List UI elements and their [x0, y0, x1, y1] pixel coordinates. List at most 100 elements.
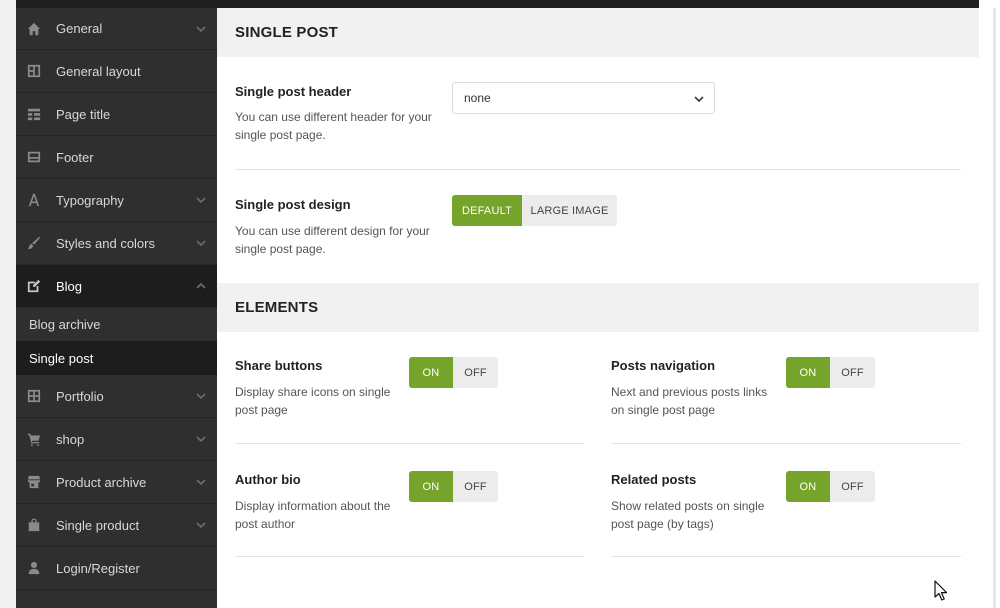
option-description-line: on single post page: [611, 403, 716, 417]
author-bio-on-button[interactable]: ON: [409, 471, 453, 502]
posts-navigation-off-button[interactable]: OFF: [830, 357, 875, 388]
sidebar-item-typography[interactable]: Typography: [16, 179, 217, 222]
cart-icon: [27, 432, 53, 446]
sidebar-item-blog[interactable]: Blog: [16, 265, 217, 308]
option-title: Posts navigation: [611, 358, 716, 373]
sidebar-item-label: Single product: [56, 517, 140, 533]
sidebar-item-label: Typography: [56, 192, 124, 208]
sidebar-item-general-layout[interactable]: General layout: [16, 50, 217, 93]
settings-sidebar: General General layout Page title Footer…: [16, 8, 217, 608]
settings-main: SINGLE POST Single post header You can u…: [217, 8, 979, 608]
brush-icon: [27, 236, 53, 250]
typography-icon: [27, 193, 53, 207]
option-title: Author bio: [235, 472, 301, 487]
author-bio-off-button[interactable]: OFF: [453, 471, 498, 502]
chevron-down-icon: [195, 237, 207, 249]
option-description: Display share icons on single post page: [235, 383, 390, 419]
chevron-down-icon: [195, 519, 207, 531]
related-posts-off-button[interactable]: OFF: [830, 471, 875, 502]
sidebar-item-label: General layout: [56, 63, 141, 79]
sidebar-item-label: shop: [56, 431, 85, 447]
sidebar-item-label: Styles and colors: [56, 235, 155, 251]
page-scrollbar[interactable]: [979, 0, 1000, 608]
chevron-down-icon: [195, 390, 207, 402]
design-large-image-button[interactable]: LARGE IMAGE: [522, 195, 617, 226]
sidebar-item-single-product[interactable]: Single product: [16, 504, 217, 547]
chevron-down-icon: [195, 23, 207, 35]
share-buttons-off-button[interactable]: OFF: [453, 357, 498, 388]
author-bio-toggle: ON OFF: [409, 471, 498, 502]
sidebar-item-shop[interactable]: shop: [16, 418, 217, 461]
option-description-line: single post page.: [235, 128, 326, 142]
option-description-line: post page: [235, 403, 288, 417]
sidebar-item-product-archive[interactable]: Product archive: [16, 461, 217, 504]
footer-icon: [27, 150, 53, 164]
sidebar-item-page-title[interactable]: Page title: [16, 93, 217, 136]
section-heading-single-post: SINGLE POST: [217, 8, 979, 57]
design-default-button[interactable]: DEFAULT: [452, 195, 522, 226]
sidebar-item-label: Login/Register: [56, 560, 140, 576]
divider: [611, 556, 961, 557]
sidebar-item-label: Footer: [56, 149, 94, 165]
section-heading-elements: ELEMENTS: [217, 283, 979, 332]
scrollbar-track[interactable]: [993, 8, 996, 608]
edit-icon: [27, 279, 53, 293]
grid-icon: [27, 389, 53, 403]
chevron-down-icon: [693, 93, 705, 105]
related-posts-on-button[interactable]: ON: [786, 471, 830, 502]
option-description: Show related posts on single post page (…: [611, 497, 764, 533]
option-description-line: Show related posts on single: [611, 499, 765, 513]
share-buttons-on-button[interactable]: ON: [409, 357, 453, 388]
option-description: Next and previous posts links on single …: [611, 383, 767, 419]
user-icon: [27, 561, 53, 575]
chevron-down-icon: [195, 433, 207, 445]
top-bar: [16, 0, 979, 8]
select-value: none: [464, 91, 491, 105]
sidebar-subitem-blog-archive[interactable]: Blog archive: [16, 308, 217, 341]
posts-navigation-on-button[interactable]: ON: [786, 357, 830, 388]
divider: [235, 443, 584, 444]
sidebar-item-label: Blog: [56, 278, 83, 294]
sidebar-item-styles-and-colors[interactable]: Styles and colors: [16, 222, 217, 265]
divider: [611, 443, 961, 444]
option-description: You can use different design for your si…: [235, 222, 430, 258]
posts-navigation-toggle: ON OFF: [786, 357, 875, 388]
mouse-cursor-icon: [934, 580, 950, 602]
option-title: Single post design: [235, 197, 351, 212]
store-icon: [27, 475, 53, 489]
sidebar-item-label: Page title: [56, 106, 111, 122]
option-title: Single post header: [235, 84, 352, 99]
option-description-line: Display information about the: [235, 499, 391, 513]
sidebar-item-label: General: [56, 21, 103, 36]
option-description-line: Next and previous posts links: [611, 385, 768, 399]
option-description-line: single post page.: [235, 242, 326, 256]
option-description: Display information about the post autho…: [235, 497, 390, 533]
related-posts-toggle: ON OFF: [786, 471, 875, 502]
left-gutter: [0, 0, 16, 608]
option-title: Share buttons: [235, 358, 323, 373]
page-title-icon: [27, 107, 53, 121]
option-description: You can use different header for your si…: [235, 108, 432, 144]
sidebar-item-footer[interactable]: Footer: [16, 136, 217, 179]
elements-panel: Share buttons Display share icons on sin…: [217, 332, 979, 608]
single-post-header-select[interactable]: none: [452, 82, 715, 114]
option-title: Related posts: [611, 472, 697, 487]
chevron-down-icon: [195, 476, 207, 488]
sidebar-item-login-register[interactable]: Login/Register: [16, 547, 217, 590]
option-description-line: You can use different header for your: [235, 110, 432, 124]
option-description-line: You can use different design for your: [235, 224, 430, 238]
sidebar-item-label: Portfolio: [56, 388, 104, 404]
single-post-panel: Single post header You can use different…: [217, 57, 979, 283]
bag-icon: [27, 518, 53, 532]
layout-icon: [27, 64, 53, 78]
single-post-design-toggle: DEFAULT LARGE IMAGE: [452, 195, 617, 226]
sidebar-subitem-single-post[interactable]: Single post: [16, 341, 217, 375]
sidebar-item-label: Product archive: [56, 474, 147, 490]
option-description-line: Display share icons on single: [235, 385, 391, 399]
sidebar-item-portfolio[interactable]: Portfolio: [16, 375, 217, 418]
sidebar-item-general[interactable]: General: [16, 8, 217, 50]
option-description-line: post author: [235, 517, 296, 531]
option-description-line: post page (by tags): [611, 517, 714, 531]
divider: [235, 556, 584, 557]
home-icon: [27, 22, 53, 36]
